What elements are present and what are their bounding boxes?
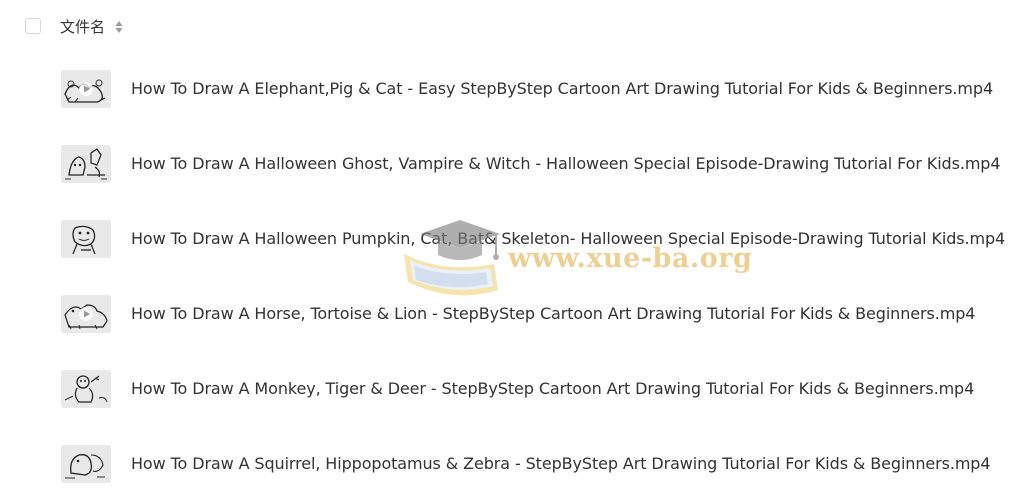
column-title-filename[interactable]: 文件名 [60,17,105,37]
file-row[interactable]: How To Draw A Horse, Tortoise & Lion - S… [0,277,1034,352]
file-name[interactable]: How To Draw A Monkey, Tiger & Deer - Ste… [131,378,974,400]
watermark-text: www.xue-ba.org [508,243,753,274]
file-row[interactable]: How To Draw A Squirrel, Hippopotamus & Z… [0,427,1034,502]
video-thumbnail-icon[interactable] [61,370,111,408]
file-name[interactable]: How To Draw A Halloween Ghost, Vampire &… [131,153,1001,175]
file-row[interactable]: How To Draw A Elephant,Pig & Cat - Easy … [0,52,1034,127]
video-thumbnail-icon[interactable] [61,145,111,183]
file-name[interactable]: How To Draw A Horse, Tortoise & Lion - S… [131,303,975,325]
file-list: How To Draw A Elephant,Pig & Cat - Easy … [0,52,1034,502]
file-name[interactable]: How To Draw A Elephant,Pig & Cat - Easy … [131,78,993,100]
video-thumbnail-icon[interactable] [61,295,111,333]
file-name[interactable]: How To Draw A Squirrel, Hippopotamus & Z… [131,453,991,475]
file-row[interactable]: How To Draw A Halloween Ghost, Vampire &… [0,127,1034,202]
file-list-header: 文件名 [0,0,1034,56]
file-row[interactable]: How To Draw A Monkey, Tiger & Deer - Ste… [0,352,1034,427]
sort-icon[interactable] [115,20,123,34]
select-all-checkbox[interactable] [25,18,41,34]
video-thumbnail-icon[interactable] [61,220,111,258]
video-thumbnail-icon[interactable] [61,445,111,483]
video-thumbnail-icon[interactable] [61,70,111,108]
